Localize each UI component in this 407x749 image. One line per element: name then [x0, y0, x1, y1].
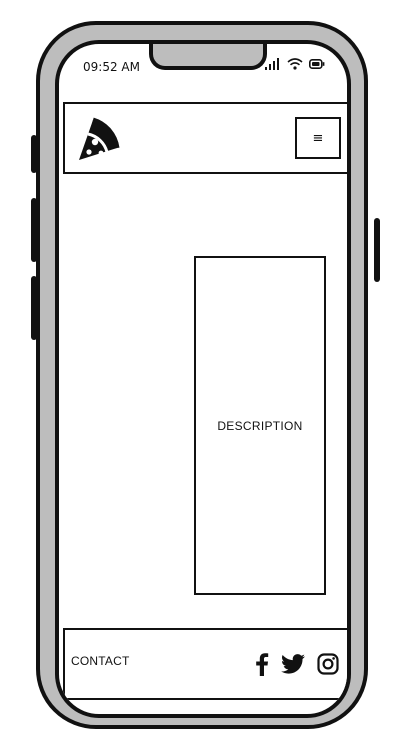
facebook-link[interactable] [255, 652, 269, 676]
facebook-icon [256, 653, 269, 676]
description-label: DESCRIPTION [217, 418, 303, 433]
twitter-icon [281, 654, 305, 674]
status-icons [265, 58, 325, 70]
twitter-link[interactable] [281, 654, 305, 674]
description-panel: DESCRIPTION [194, 256, 326, 595]
wireframe-stage: 09:52 AM ≡ DESCRIPTION CONTACT [0, 0, 407, 749]
phone-notch [149, 44, 267, 70]
instagram-link[interactable] [317, 653, 339, 675]
status-time: 09:52 AM [83, 60, 140, 74]
site-footer: CONTACT [63, 628, 347, 700]
instagram-icon [317, 653, 339, 675]
wifi-icon [287, 58, 303, 70]
battery-icon [309, 59, 325, 69]
phone-screen: 09:52 AM ≡ DESCRIPTION CONTACT [55, 40, 351, 718]
contact-link[interactable]: CONTACT [71, 654, 130, 668]
site-header: ≡ [63, 102, 347, 174]
hamburger-menu-button[interactable]: ≡ [295, 117, 341, 159]
signal-icon [265, 58, 279, 70]
social-links [255, 652, 339, 676]
power-button [374, 218, 380, 282]
pizza-slice-icon [79, 117, 120, 160]
